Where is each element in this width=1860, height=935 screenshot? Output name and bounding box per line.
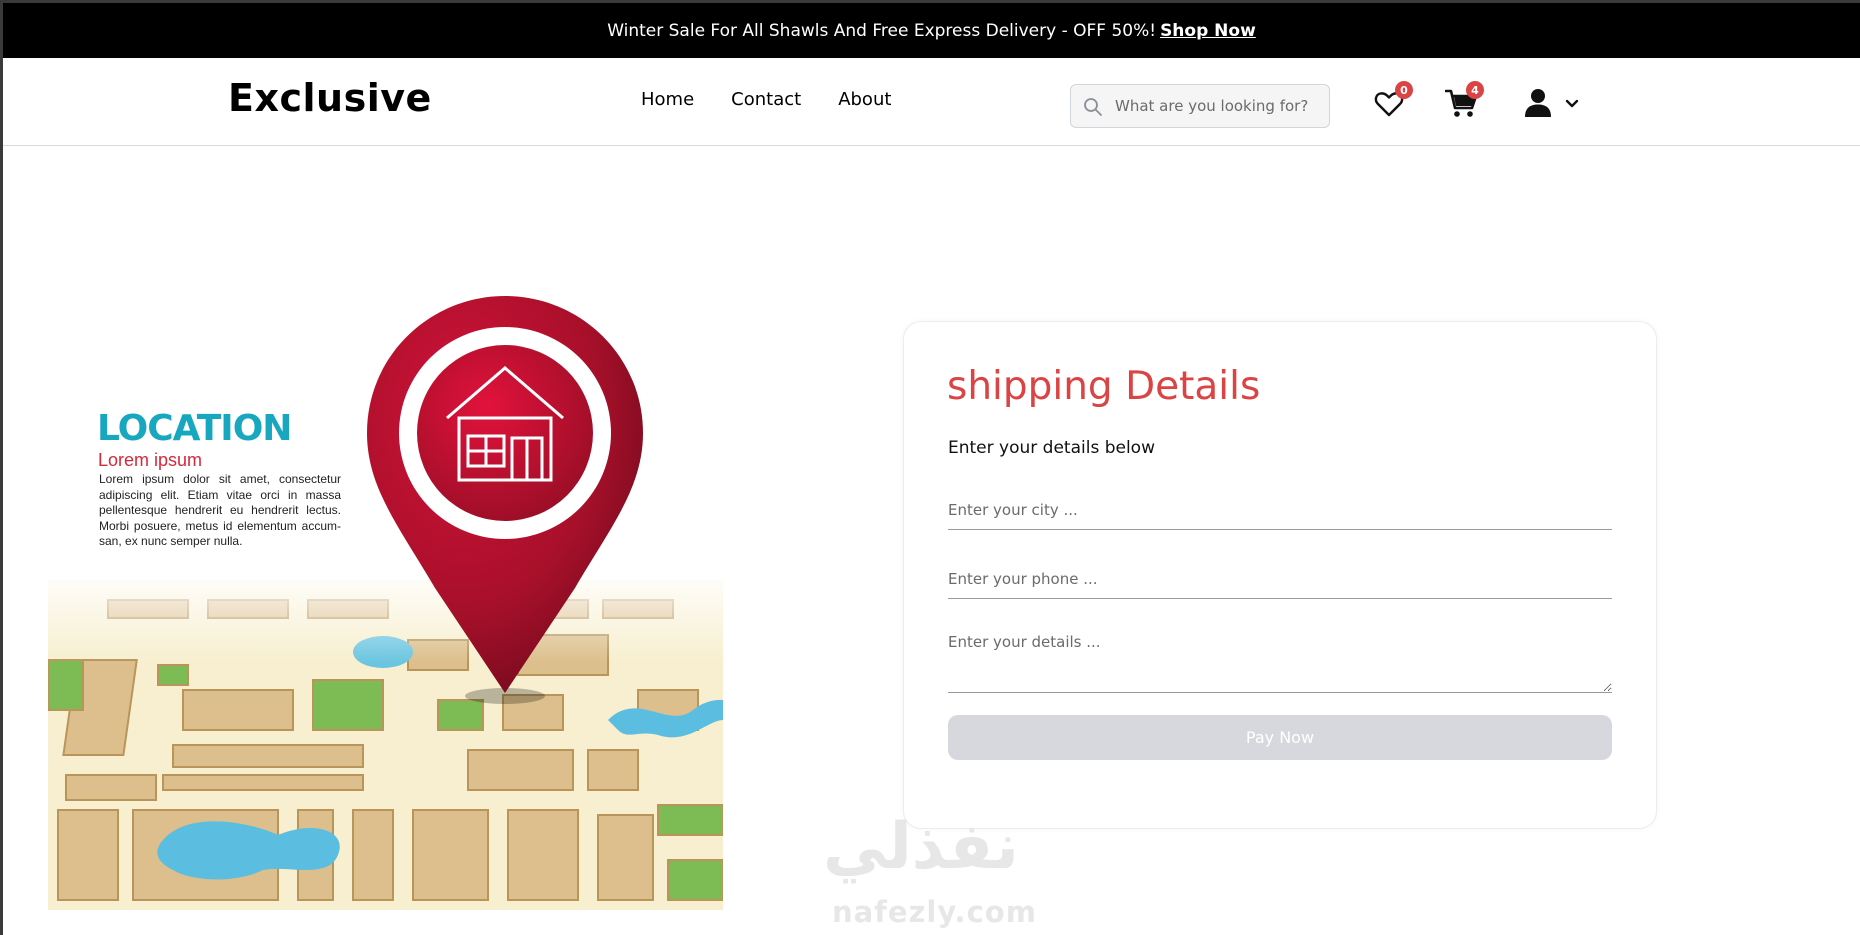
location-body-text: Lorem ipsum dolor sit amet, consectetur …: [99, 472, 341, 548]
phone-field[interactable]: [948, 559, 1612, 599]
details-field[interactable]: [948, 633, 1612, 693]
nav-home[interactable]: Home: [641, 89, 694, 110]
chevron-down-icon: [1565, 99, 1579, 108]
nav-contact[interactable]: Contact: [731, 89, 801, 110]
city-field[interactable]: [948, 490, 1612, 530]
site-header: Exclusive Home Contact About 0 4: [3, 58, 1860, 146]
cart-button[interactable]: 4: [1443, 81, 1484, 124]
wishlist-button[interactable]: 0: [1370, 81, 1413, 124]
main-nav: Home Contact About: [641, 89, 891, 110]
search-box: [1070, 84, 1330, 128]
watermark-latin: nafezly.com: [832, 895, 1037, 929]
form-subtitle: Enter your details below: [948, 438, 1155, 458]
cart-count-badge: 4: [1466, 81, 1484, 99]
location-subtitle: Lorem ipsum: [98, 450, 203, 470]
location-illustration: LOCATION Lorem ipsum Lorem ipsum dolor s…: [45, 290, 725, 915]
account-menu[interactable]: [1520, 84, 1590, 124]
shop-now-link[interactable]: Shop Now: [1160, 21, 1256, 41]
promo-banner: Winter Sale For All Shawls And Free Expr…: [3, 3, 1860, 58]
search-input[interactable]: [1115, 91, 1320, 121]
promo-text: Winter Sale For All Shawls And Free Expr…: [607, 20, 1157, 41]
pay-now-button[interactable]: Pay Now: [948, 715, 1612, 760]
site-logo[interactable]: Exclusive: [228, 76, 432, 120]
wishlist-count-badge: 0: [1395, 81, 1413, 99]
search-icon: [1084, 98, 1102, 116]
page-title: shipping Details: [947, 364, 1261, 409]
nav-about[interactable]: About: [838, 89, 891, 110]
location-title: LOCATION: [97, 408, 292, 449]
location-pin-icon: [367, 296, 643, 704]
shipping-details-card: shipping Details Enter your details belo…: [903, 321, 1657, 829]
watermark-arabic: نفذلي: [823, 810, 1019, 884]
user-icon: [1525, 89, 1551, 117]
